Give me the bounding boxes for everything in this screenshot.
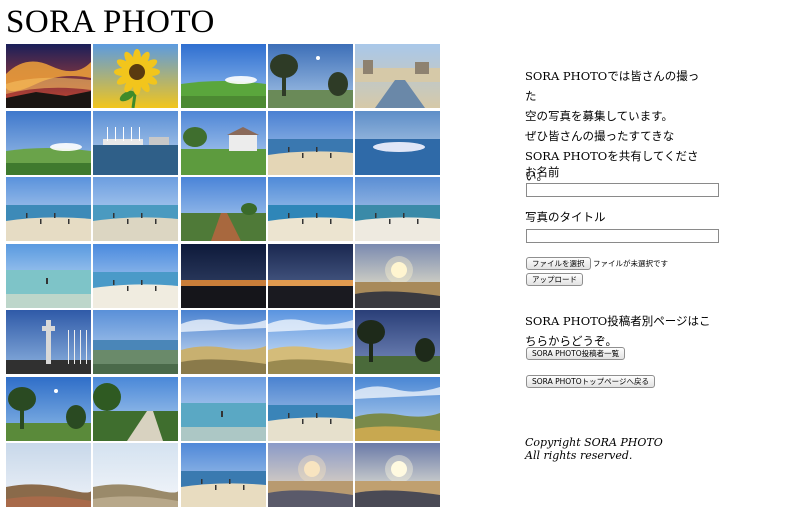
photo-people-beach[interactable]: [93, 243, 179, 308]
photo-blue-sea-sand[interactable]: [180, 443, 266, 507]
photo-river-town[interactable]: [355, 44, 441, 108]
name-field[interactable]: [526, 183, 719, 197]
choose-file-button[interactable]: ファイルを選択: [526, 257, 591, 270]
photo-sunset-sea[interactable]: [267, 443, 353, 507]
photo-sea-glare[interactable]: [355, 110, 441, 175]
photo-house-lawn[interactable]: [180, 110, 266, 175]
photo-sun-sea[interactable]: [355, 243, 441, 308]
photo-shore-walk[interactable]: [93, 177, 179, 241]
photo-white-sand-sea[interactable]: [355, 177, 441, 241]
file-status-text: ファイルが未選択です: [593, 259, 668, 268]
site-title: SORA PHOTO: [6, 4, 215, 40]
photo-dark-dusk[interactable]: [180, 243, 266, 308]
photo-park-fountain[interactable]: [6, 110, 91, 175]
poster-text-line: ちらからどうぞ。: [525, 334, 617, 348]
photo-dunes-grass[interactable]: [267, 310, 353, 374]
photo-harbor-boats[interactable]: [93, 110, 179, 175]
photo-sea-wide[interactable]: [267, 376, 353, 441]
copyright: Copyright SORA PHOTO All rights reserved…: [525, 436, 725, 462]
intro-line: SORA PHOTOを共有してくださ: [525, 149, 699, 163]
photo-shrubs-coast[interactable]: [355, 376, 441, 441]
photo-title-field[interactable]: [526, 229, 719, 243]
photo-path-trees[interactable]: [93, 376, 179, 441]
photo-palm-dusk[interactable]: [355, 310, 441, 374]
photo-sunflower[interactable]: [93, 44, 179, 108]
upload-button[interactable]: アップロード: [526, 273, 583, 286]
photo-trees-lake[interactable]: [6, 376, 91, 441]
photo-wide-coast[interactable]: [93, 310, 179, 374]
poster-list-button[interactable]: SORA PHOTO投稿者一覧: [526, 347, 626, 360]
photo-dusk-horizon[interactable]: [267, 243, 353, 308]
photo-tree-moon[interactable]: [267, 44, 353, 108]
photo-beach-crowd[interactable]: [267, 177, 353, 241]
photo-beach-blue[interactable]: [267, 110, 353, 175]
intro-line: ぜひ皆さんの撮ったすてきな: [525, 129, 675, 143]
intro-line: SORA PHOTOでは皆さんの撮った: [525, 69, 700, 103]
photo-pale-sky[interactable]: [93, 443, 179, 507]
photo-beach-people[interactable]: [6, 177, 91, 241]
intro-line: 空の写真を募集しています。: [525, 109, 674, 123]
poster-page-text: SORA PHOTO投稿者別ページはこ ちらからどうぞ。: [525, 311, 715, 351]
photo-clouds-dunes[interactable]: [180, 310, 266, 374]
photo-beach-birds[interactable]: [180, 376, 266, 441]
photo-red-dirt-road[interactable]: [180, 177, 266, 241]
photo-sunset-clouds[interactable]: [6, 44, 91, 108]
poster-text-line: SORA PHOTO投稿者別ページはこ: [525, 314, 711, 328]
photo-gallery: [6, 44, 441, 507]
name-label: お名前: [525, 165, 560, 179]
photo-title-label: 写真のタイトル: [525, 210, 606, 224]
photo-blue-sky-lawn[interactable]: [180, 44, 266, 108]
copyright-line: All rights reserved.: [525, 449, 633, 462]
photo-tower[interactable]: [6, 310, 91, 374]
photo-shallow-water[interactable]: [6, 243, 91, 308]
copyright-line: Copyright SORA PHOTO: [525, 436, 663, 449]
photo-pale-sky-hill[interactable]: [6, 443, 91, 507]
top-page-button[interactable]: SORA PHOTOトップページへ戻る: [526, 375, 655, 388]
photo-bright-sun[interactable]: [355, 443, 441, 507]
